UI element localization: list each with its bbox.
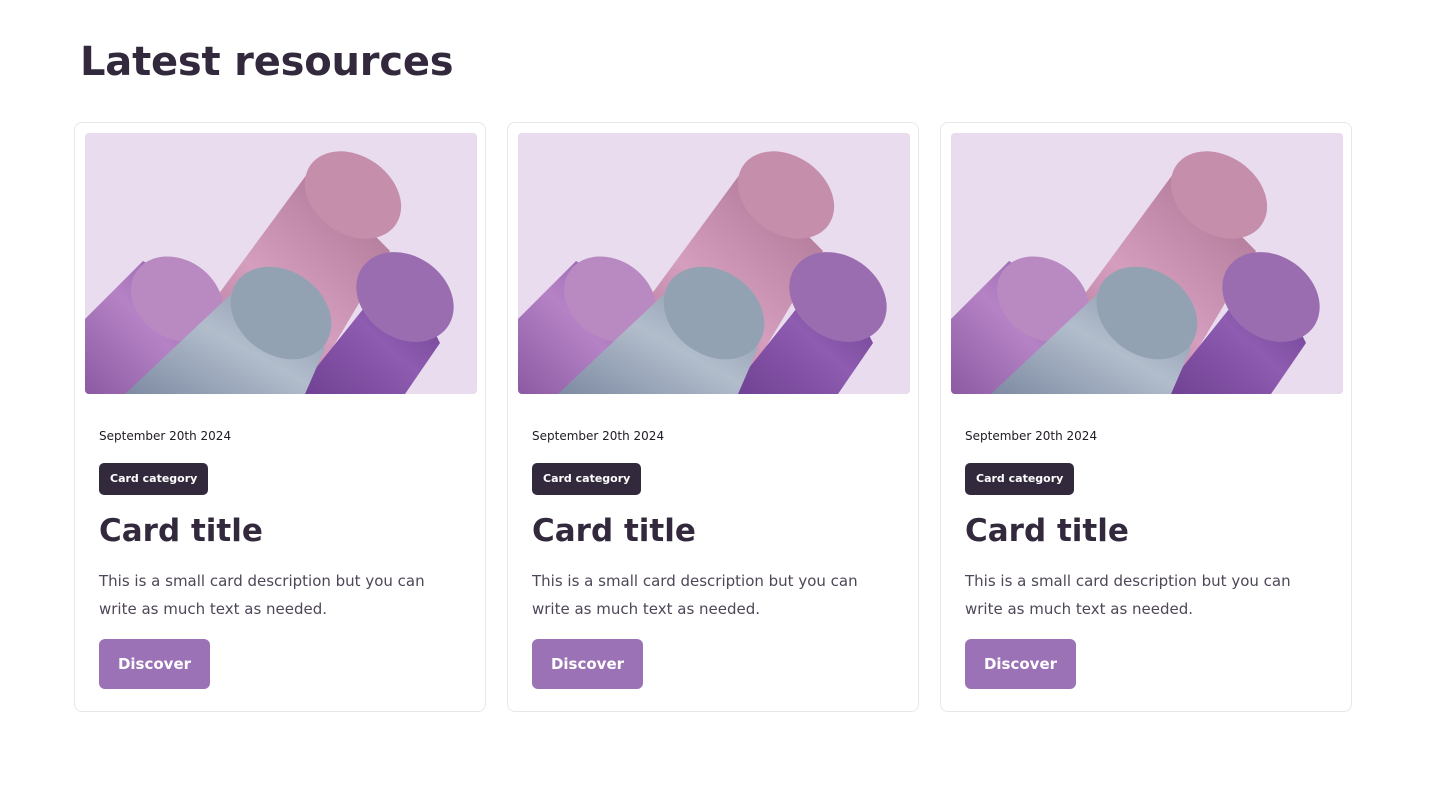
card-date: September 20th 2024 [99,429,232,443]
category-badge: Card category [99,463,209,495]
card-image [85,133,477,394]
card-title: Card title [532,513,696,549]
discover-button[interactable]: Discover [532,639,643,689]
card-date: September 20th 2024 [965,429,1098,443]
page-title: Latest resources [80,39,454,85]
card-date: September 20th 2024 [532,429,665,443]
resource-card[interactable]: September 20th 2024 Card category Card t… [507,122,919,712]
discover-button[interactable]: Discover [965,639,1076,689]
card-grid: September 20th 2024 Card category Card t… [74,122,1354,714]
card-description: This is a small card description but you… [532,572,858,618]
resource-card[interactable]: September 20th 2024 Card category Card t… [940,122,1352,712]
card-image [951,133,1343,394]
card-description: This is a small card description but you… [965,572,1291,618]
card-description: This is a small card description but you… [99,572,425,618]
abstract-cylinders-illustration [951,133,1343,394]
category-badge: Card category [965,463,1075,495]
card-image [518,133,910,394]
resource-card[interactable]: September 20th 2024 Card category Card t… [74,122,486,712]
category-badge: Card category [532,463,642,495]
card-title: Card title [965,513,1129,549]
discover-button[interactable]: Discover [99,639,210,689]
abstract-cylinders-illustration [518,133,910,394]
abstract-cylinders-illustration [85,133,477,394]
page: Latest resources September 20th 2024 Car… [0,0,1440,800]
card-title: Card title [99,513,263,549]
